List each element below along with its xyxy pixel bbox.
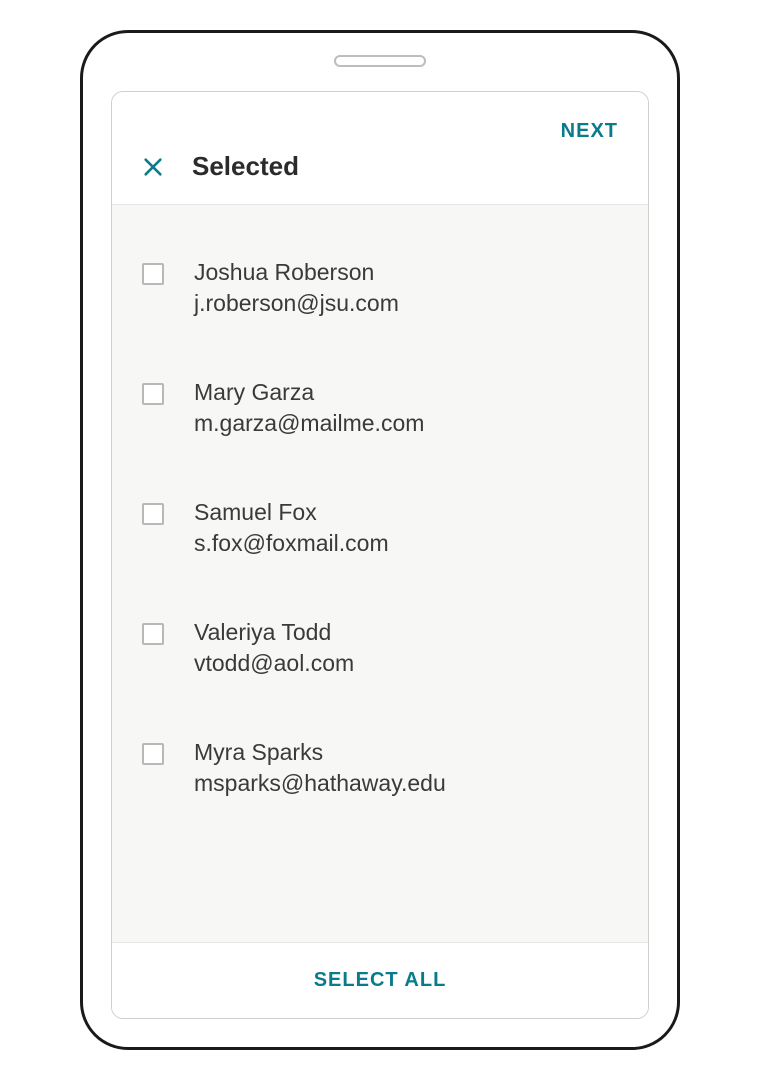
footer: SELECT ALL bbox=[112, 942, 648, 1018]
contact-email: j.roberson@jsu.com bbox=[194, 288, 399, 319]
contact-name: Mary Garza bbox=[194, 377, 424, 408]
header-main: Selected bbox=[142, 151, 618, 182]
contact-name: Valeriya Todd bbox=[194, 617, 354, 648]
next-button[interactable]: NEXT bbox=[561, 120, 618, 143]
list-item[interactable]: Valeriya Todd vtodd@aol.com bbox=[142, 617, 618, 679]
item-text: Mary Garza m.garza@mailme.com bbox=[194, 377, 424, 439]
contact-email: m.garza@mailme.com bbox=[194, 408, 424, 439]
header: NEXT Selected bbox=[112, 92, 648, 205]
page-title: Selected bbox=[192, 151, 299, 182]
app-screen: NEXT Selected Joshua Roberson j.roberson… bbox=[111, 91, 649, 1019]
checkbox[interactable] bbox=[142, 383, 164, 405]
checkbox[interactable] bbox=[142, 623, 164, 645]
header-top: NEXT bbox=[142, 120, 618, 143]
list-item[interactable]: Joshua Roberson j.roberson@jsu.com bbox=[142, 257, 618, 319]
item-text: Valeriya Todd vtodd@aol.com bbox=[194, 617, 354, 679]
contact-email: vtodd@aol.com bbox=[194, 648, 354, 679]
item-text: Samuel Fox s.fox@foxmail.com bbox=[194, 497, 389, 559]
checkbox[interactable] bbox=[142, 263, 164, 285]
list-item[interactable]: Mary Garza m.garza@mailme.com bbox=[142, 377, 618, 439]
contact-email: s.fox@foxmail.com bbox=[194, 528, 389, 559]
contact-email: msparks@hathaway.edu bbox=[194, 768, 446, 799]
checkbox[interactable] bbox=[142, 743, 164, 765]
list-item[interactable]: Samuel Fox s.fox@foxmail.com bbox=[142, 497, 618, 559]
contact-name: Joshua Roberson bbox=[194, 257, 399, 288]
phone-frame: NEXT Selected Joshua Roberson j.roberson… bbox=[80, 30, 680, 1050]
select-all-button[interactable]: SELECT ALL bbox=[314, 969, 447, 992]
contact-name: Samuel Fox bbox=[194, 497, 389, 528]
contact-list: Joshua Roberson j.roberson@jsu.com Mary … bbox=[112, 205, 648, 942]
contact-name: Myra Sparks bbox=[194, 737, 446, 768]
checkbox[interactable] bbox=[142, 503, 164, 525]
item-text: Myra Sparks msparks@hathaway.edu bbox=[194, 737, 446, 799]
phone-speaker bbox=[334, 55, 426, 67]
item-text: Joshua Roberson j.roberson@jsu.com bbox=[194, 257, 399, 319]
list-item[interactable]: Myra Sparks msparks@hathaway.edu bbox=[142, 737, 618, 799]
close-icon[interactable] bbox=[142, 156, 164, 178]
